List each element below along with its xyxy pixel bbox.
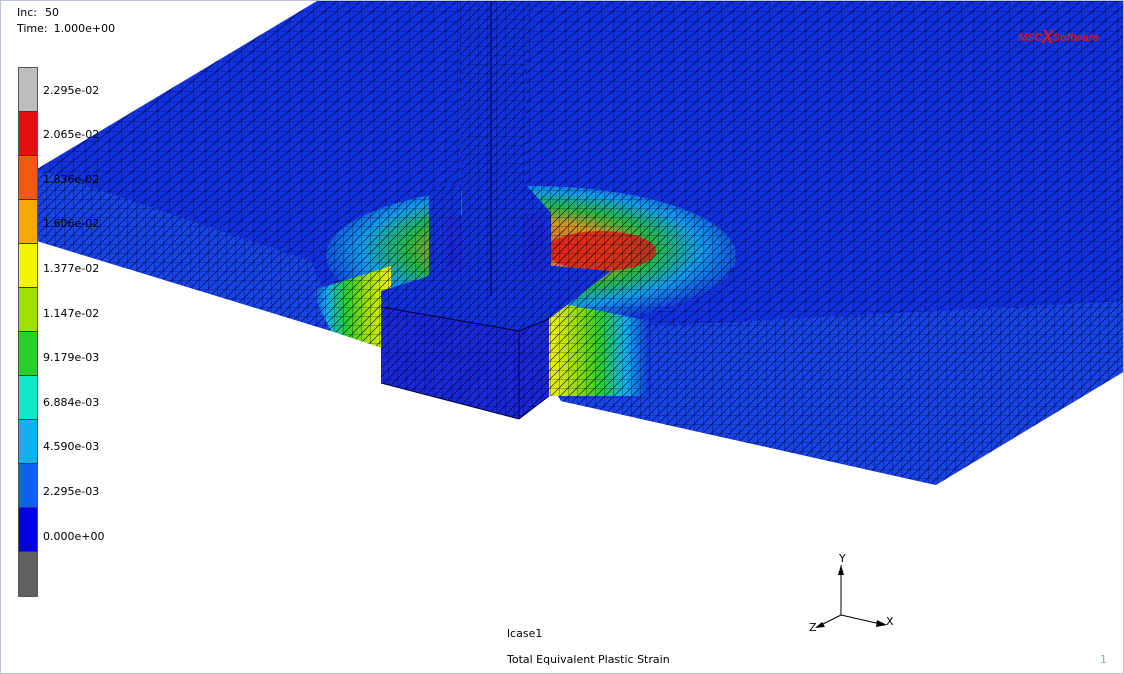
fem-model-view[interactable]: [1, 1, 1124, 674]
msc-software-logo: MSCXSoftware: [1018, 27, 1099, 47]
legend-swatch: [19, 508, 37, 552]
triad-x-label: X: [886, 615, 894, 628]
page-number: 1: [1100, 653, 1107, 666]
time-row: Time: 1.000e+00: [17, 21, 115, 37]
increment-row: Inc: 50: [17, 5, 115, 21]
increment-info: Inc: 50 Time: 1.000e+00: [17, 5, 115, 37]
legend-value-label: 0.000e+00: [43, 529, 105, 543]
legend-value-label: 2.295e-02: [43, 83, 100, 97]
legend-value-label: 6.884e-03: [43, 395, 100, 409]
time-label: Time:: [17, 22, 48, 35]
inc-value: 50: [44, 6, 59, 19]
legend-swatch: [19, 244, 37, 288]
triad-z-label: Z: [809, 621, 817, 634]
viewport[interactable]: Inc: 50 Time: 1.000e+00 MSCXSoftware 2.295…: [0, 0, 1124, 674]
legend-swatch: [19, 156, 37, 200]
legend-swatch: [19, 464, 37, 508]
legend-swatch: [19, 68, 37, 112]
time-value: 1.000e+00: [53, 22, 116, 35]
column-shaft: [459, 1, 529, 301]
legend-swatch: [19, 420, 37, 464]
legend-value-label: 2.065e-02: [43, 128, 100, 142]
legend-value-label: 1.147e-02: [43, 306, 100, 320]
legend-value-label: 9.179e-03: [43, 351, 100, 365]
legend-swatch: [19, 288, 37, 332]
legend-value-label: 4.590e-03: [43, 440, 100, 454]
legend-value-label: 1.606e-02: [43, 217, 100, 231]
triad-y-label: Y: [838, 552, 846, 565]
legend-value-label: 1.836e-02: [43, 172, 100, 186]
legend-swatch: [19, 200, 37, 244]
legend-value-label: 2.295e-03: [43, 485, 100, 498]
legend-swatch: [19, 376, 37, 420]
legend-swatch: [19, 112, 37, 156]
legend-value-label: 1.377e-02: [43, 262, 100, 275]
legend-color-bar: [18, 67, 38, 597]
legend-swatch: [19, 332, 37, 376]
legend-swatch: [19, 552, 37, 596]
result-type-label: Total Equivalent Plastic Strain: [507, 653, 670, 666]
load-case-label: lcase1: [507, 627, 543, 640]
inc-label: Inc:: [17, 6, 37, 19]
coordinate-triad: Y X Z: [809, 552, 894, 634]
